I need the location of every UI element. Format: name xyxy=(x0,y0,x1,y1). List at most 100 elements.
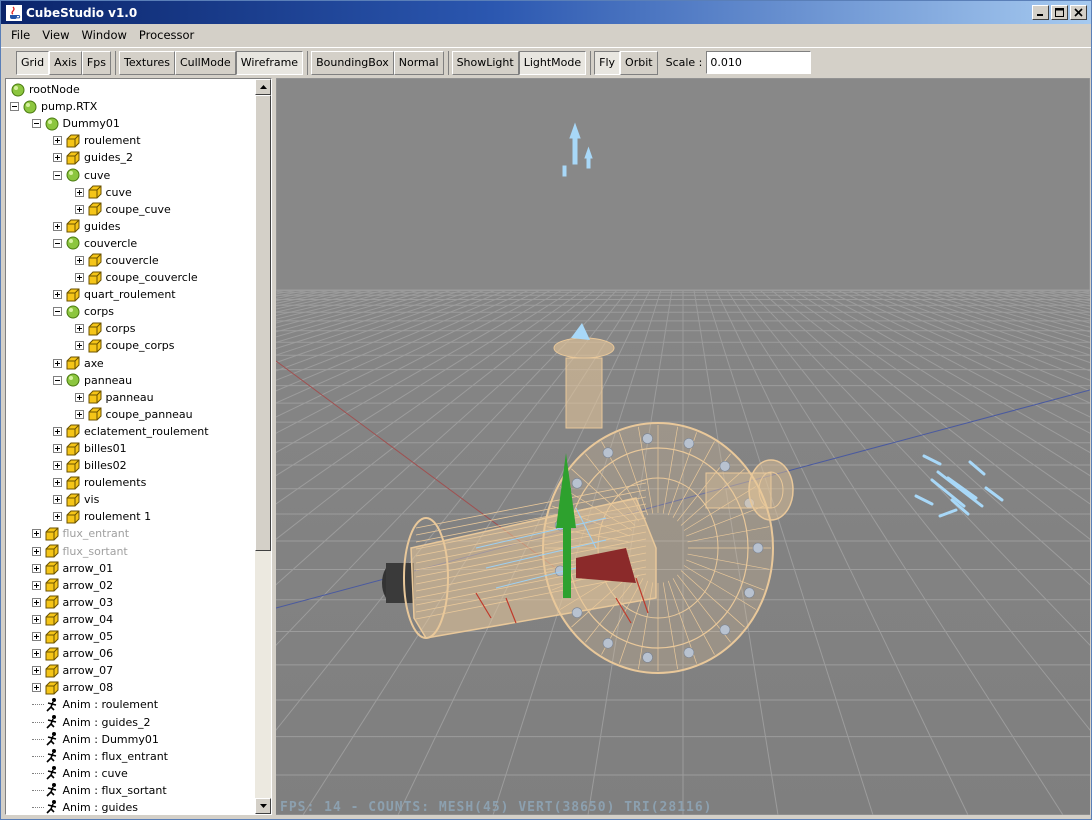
tree-node-coupe-panneau[interactable]: coupe_panneau xyxy=(6,406,256,423)
tree-node-panneau[interactable]: panneau xyxy=(6,389,256,406)
close-button[interactable] xyxy=(1070,5,1087,20)
tree-node-vis[interactable]: vis xyxy=(6,491,256,508)
expand-icon[interactable] xyxy=(74,409,84,419)
collapse-icon[interactable] xyxy=(53,238,62,248)
minimize-button[interactable] xyxy=(1032,5,1049,20)
expand-icon[interactable] xyxy=(74,255,84,265)
expand-icon[interactable] xyxy=(53,512,62,522)
cullmode-toggle-button[interactable]: CullMode xyxy=(174,50,236,75)
scroll-up-button[interactable] xyxy=(255,79,271,95)
expand-icon[interactable] xyxy=(74,187,84,197)
scroll-thumb[interactable] xyxy=(255,95,271,551)
expand-icon[interactable] xyxy=(31,546,41,556)
menu-processor[interactable]: Processor xyxy=(133,28,200,42)
collapse-icon[interactable] xyxy=(53,170,62,180)
scene-tree-panel[interactable]: rootNode pump.RTX Dummy01 roulement guides_2… xyxy=(5,78,272,815)
tree-node-cuve[interactable]: cuve xyxy=(6,184,256,201)
tree-node-arrow-06[interactable]: arrow_06 xyxy=(6,645,256,662)
expand-icon[interactable] xyxy=(31,683,41,693)
tree-node-arrow-02[interactable]: arrow_02 xyxy=(6,577,256,594)
expand-icon[interactable] xyxy=(31,529,41,539)
lightmode-toggle-button[interactable]: LightMode xyxy=(518,50,587,75)
tree-node-guides[interactable]: guides xyxy=(6,218,256,235)
expand-icon[interactable] xyxy=(53,461,62,471)
tree-node-cuve[interactable]: cuve xyxy=(6,166,256,183)
tree-node-roulements[interactable]: roulements xyxy=(6,474,256,491)
tree-node-roulement-1[interactable]: roulement 1 xyxy=(6,508,256,525)
tree-node-eclatement-roulement[interactable]: eclatement_roulement xyxy=(6,423,256,440)
tree-node-arrow-01[interactable]: arrow_01 xyxy=(6,560,256,577)
tree-node-anim-roulement[interactable]: Anim : roulement xyxy=(6,696,256,713)
expand-icon[interactable] xyxy=(74,204,84,214)
expand-icon[interactable] xyxy=(53,153,62,163)
expand-icon[interactable] xyxy=(74,341,84,351)
scale-input[interactable] xyxy=(706,51,812,74)
tree-node-roulement[interactable]: roulement xyxy=(6,132,256,149)
expand-icon[interactable] xyxy=(31,614,41,624)
scroll-down-button[interactable] xyxy=(255,798,271,814)
normal-toggle-button[interactable]: Normal xyxy=(393,50,444,75)
collapse-icon[interactable] xyxy=(53,307,62,317)
expand-icon[interactable] xyxy=(53,478,62,488)
tree-node-panneau[interactable]: panneau xyxy=(6,372,256,389)
tree-node-billes01[interactable]: billes01 xyxy=(6,440,256,457)
tree-node-axe[interactable]: axe xyxy=(6,355,256,372)
tree-node-corps[interactable]: corps xyxy=(6,303,256,320)
showlight-toggle-button[interactable]: ShowLight xyxy=(451,50,519,75)
tree-node-arrow-03[interactable]: arrow_03 xyxy=(6,594,256,611)
expand-icon[interactable] xyxy=(53,495,62,505)
expand-icon[interactable] xyxy=(31,666,41,676)
fps-toggle-button[interactable]: Fps xyxy=(81,50,111,75)
axis-toggle-button[interactable]: Axis xyxy=(49,50,82,75)
tree-node-anim-flux-entrant[interactable]: Anim : flux_entrant xyxy=(6,748,256,765)
expand-icon[interactable] xyxy=(31,563,41,573)
tree-node-arrow-07[interactable]: arrow_07 xyxy=(6,662,256,679)
tree-node-quart-roulement[interactable]: quart_roulement xyxy=(6,286,256,303)
collapse-icon[interactable] xyxy=(10,102,19,112)
menu-view[interactable]: View xyxy=(36,28,75,42)
collapse-icon[interactable] xyxy=(53,375,62,385)
expand-icon[interactable] xyxy=(53,136,62,146)
tree-node-flux-entrant[interactable]: flux_entrant xyxy=(6,525,256,542)
title-bar[interactable]: CubeStudio v1.0 xyxy=(1,1,1091,24)
tree-node-coupe-couvercle[interactable]: coupe_couvercle xyxy=(6,269,256,286)
tree-node-pump-rtx[interactable]: pump.RTX xyxy=(6,98,256,115)
3d-viewport[interactable]: FPS: 14 - COUNTS: MESH(45) VERT(38650) T… xyxy=(276,78,1090,815)
expand-icon[interactable] xyxy=(74,392,84,402)
expand-icon[interactable] xyxy=(53,221,62,231)
menu-window[interactable]: Window xyxy=(76,28,133,42)
tree-node-coupe-cuve[interactable]: coupe_cuve xyxy=(6,201,256,218)
expand-icon[interactable] xyxy=(53,358,62,368)
wireframe-toggle-button[interactable]: Wireframe xyxy=(235,50,304,75)
fly-mode-button[interactable]: Fly xyxy=(594,50,621,75)
textures-toggle-button[interactable]: Textures xyxy=(118,50,175,75)
expand-icon[interactable] xyxy=(53,444,62,454)
expand-icon[interactable] xyxy=(74,273,84,283)
boundingbox-toggle-button[interactable]: BoundingBox xyxy=(311,50,394,75)
tree-node-rootnode[interactable]: rootNode xyxy=(6,81,256,98)
tree-node-couvercle[interactable]: couvercle xyxy=(6,252,256,269)
tree-node-couvercle[interactable]: couvercle xyxy=(6,235,256,252)
menu-file[interactable]: File xyxy=(5,28,36,42)
maximize-button[interactable] xyxy=(1051,5,1068,20)
tree-node-coupe-corps[interactable]: coupe_corps xyxy=(6,337,256,354)
tree-node-arrow-08[interactable]: arrow_08 xyxy=(6,679,256,696)
tree-node-flux-sortant[interactable]: flux_sortant xyxy=(6,543,256,560)
tree-node-anim-dummy01[interactable]: Anim : Dummy01 xyxy=(6,731,256,748)
tree-node-dummy01[interactable]: Dummy01 xyxy=(6,115,256,132)
expand-icon[interactable] xyxy=(74,324,84,334)
collapse-icon[interactable] xyxy=(31,119,41,129)
expand-icon[interactable] xyxy=(31,649,41,659)
tree-node-billes02[interactable]: billes02 xyxy=(6,457,256,474)
tree-node-corps[interactable]: corps xyxy=(6,320,256,337)
orbit-mode-button[interactable]: Orbit xyxy=(620,50,658,75)
grid-toggle-button[interactable]: Grid xyxy=(16,50,50,75)
tree-node-guides-2[interactable]: guides_2 xyxy=(6,149,256,166)
tree-node-arrow-04[interactable]: arrow_04 xyxy=(6,611,256,628)
expand-icon[interactable] xyxy=(31,632,41,642)
tree-scrollbar[interactable] xyxy=(255,79,271,814)
tree-node-anim-flux-sortant[interactable]: Anim : flux_sortant xyxy=(6,782,256,799)
tree-node-arrow-05[interactable]: arrow_05 xyxy=(6,628,256,645)
tree-node-anim-guides[interactable]: Anim : guides xyxy=(6,799,256,814)
expand-icon[interactable] xyxy=(31,580,41,590)
